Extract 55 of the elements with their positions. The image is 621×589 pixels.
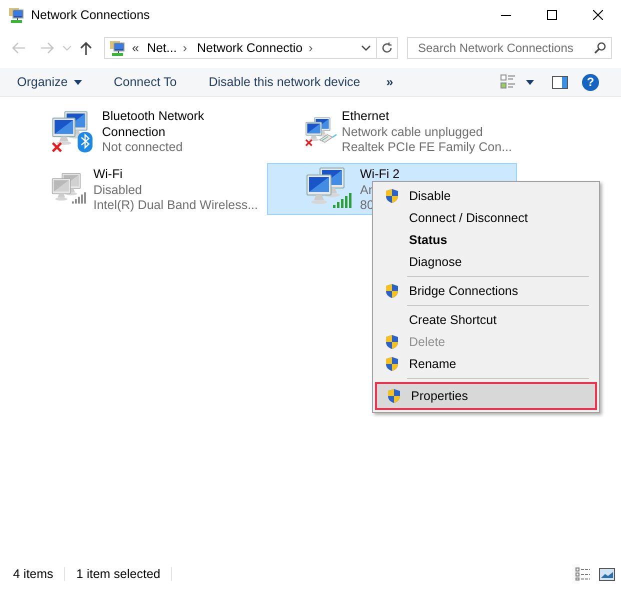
menu-item[interactable]: Properties <box>375 382 597 410</box>
connection-status: Not connected <box>102 140 184 156</box>
up-icon[interactable] <box>80 41 92 55</box>
connection-name: Wi-Fi 2 <box>360 167 400 182</box>
breadcrumb[interactable]: Network Connectio <box>197 41 303 55</box>
search-icon[interactable] <box>594 42 606 54</box>
large-icons-view-icon[interactable] <box>599 568 615 580</box>
details-view-icon[interactable] <box>575 567 591 581</box>
shield-icon <box>385 188 399 204</box>
menu-item[interactable]: Create Shortcut <box>375 309 597 331</box>
ethernet-plug-icon <box>318 134 337 143</box>
breadcrumb-separator[interactable]: › <box>182 41 187 55</box>
toolbar-button[interactable]: Connect To <box>104 70 187 94</box>
toolbar-button[interactable]: Disable this network device <box>198 70 370 94</box>
selection-count: 1 item selected <box>76 567 160 581</box>
adapter-name: Intel(R) Dual Band Wireless... <box>93 198 258 214</box>
shield-icon <box>385 356 399 372</box>
breadcrumb-separator[interactable]: › <box>308 41 313 55</box>
window-title: Network Connections <box>31 8 150 22</box>
connection-name: Ethernet <box>342 109 390 124</box>
refresh-icon[interactable] <box>381 42 393 54</box>
dropdown-icon[interactable] <box>361 45 371 51</box>
breadcrumb[interactable]: Net... <box>146 41 177 55</box>
caret-icon <box>74 80 82 84</box>
connection-status: Disabled <box>93 182 143 198</box>
more-button[interactable]: » <box>376 70 404 94</box>
adapter-name: Realtek PCIe FE Family Con... <box>342 140 512 156</box>
signal-bars-icon <box>333 193 352 208</box>
connection-name: Bluetooth Network Connection <box>102 109 206 140</box>
search-field[interactable]: Search Network Connections <box>407 37 612 59</box>
connection-status: Network cable unplugged <box>342 124 484 140</box>
caret-icon[interactable] <box>526 80 534 84</box>
menu-item[interactable]: Diagnose <box>375 251 597 273</box>
connection-item[interactable]: Ethernet Network cable unplugged Realtek PCIe FE Family Con... <box>267 105 517 157</box>
maximize-icon <box>547 10 557 20</box>
toolbar-button[interactable]: Organize <box>7 70 92 94</box>
close-icon <box>593 10 603 20</box>
shield-icon <box>385 334 399 350</box>
signal-bars-icon <box>72 192 86 204</box>
preview-pane-icon[interactable] <box>552 76 568 88</box>
menu-item[interactable]: Rename <box>375 353 597 375</box>
shield-icon <box>385 283 399 299</box>
shield-icon <box>387 388 401 404</box>
bluetooth-icon <box>78 132 92 152</box>
connection-item[interactable]: Bluetooth Network Connection Not connected <box>13 105 263 157</box>
connection-name: Wi-Fi <box>93 167 124 182</box>
menu-item[interactable]: Status <box>375 229 597 251</box>
help-button[interactable]: ? <box>582 74 599 90</box>
overflow-chevron[interactable]: « <box>132 41 139 55</box>
menu-item[interactable]: Bridge Connections <box>375 280 597 302</box>
network-icon <box>8 6 25 24</box>
view-icon[interactable] <box>500 74 516 90</box>
network-icon <box>109 40 126 56</box>
address-bar[interactable]: « Net... › Network Connectio › <box>104 37 398 59</box>
item-count: 4 items <box>13 567 54 581</box>
